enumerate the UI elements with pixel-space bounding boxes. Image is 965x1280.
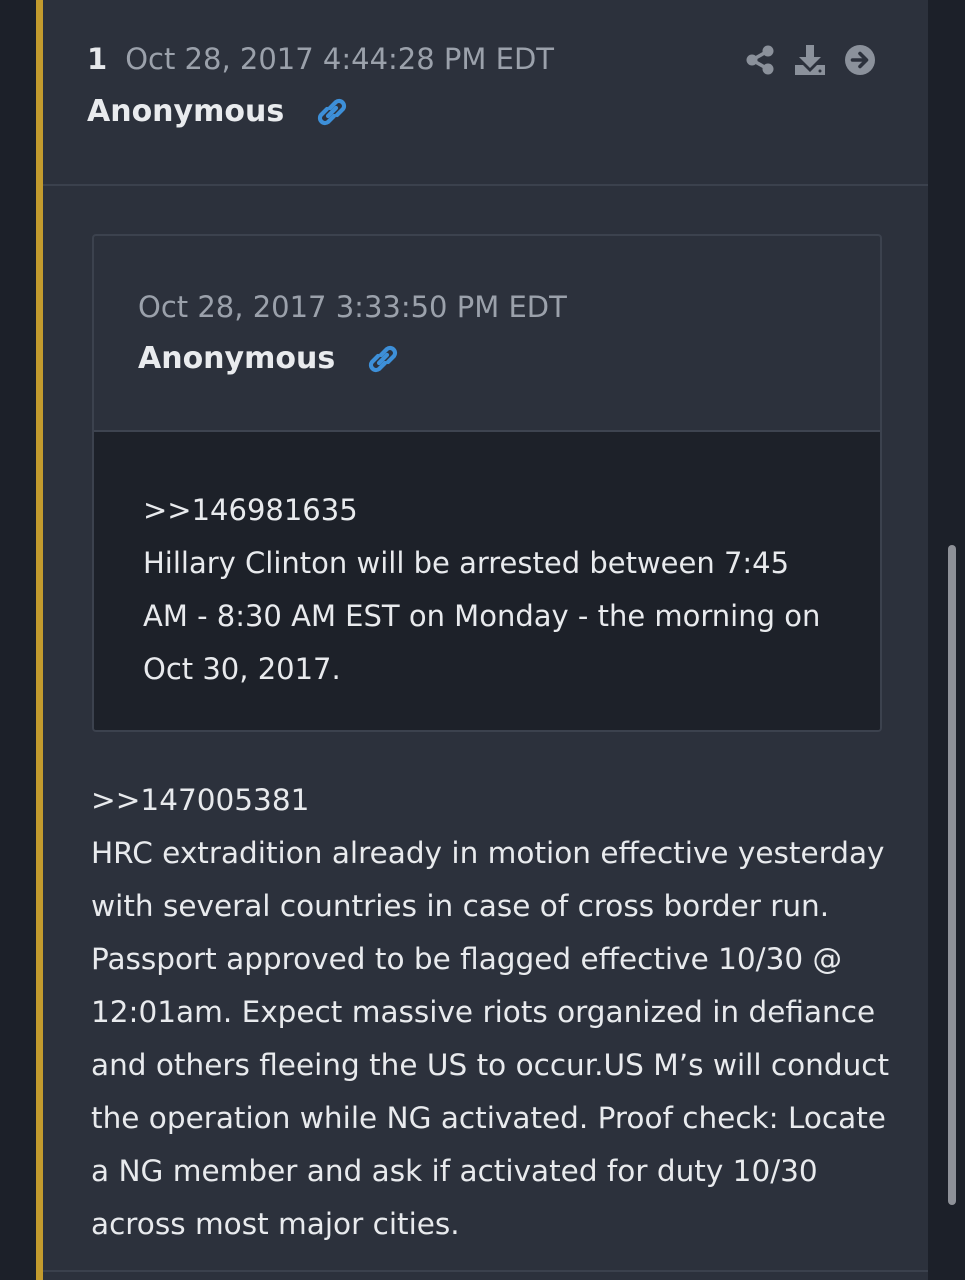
scrollbar-thumb[interactable]	[948, 545, 956, 1205]
post-meta: 1 Oct 28, 2017 4:44:28 PM EDT	[87, 42, 554, 76]
text-line: a NG member and ask if activated for dut…	[91, 1154, 818, 1188]
quoted-post-body: >>146981635 Hillary Clinton will be arre…	[94, 432, 880, 730]
text-line: across most major cities.	[91, 1207, 460, 1241]
quoted-post-text: >>146981635 Hillary Clinton will be arre…	[143, 484, 843, 696]
post-card: 1 Oct 28, 2017 4:44:28 PM EDT Anonymous	[43, 0, 928, 1280]
post-author-line: Anonymous	[87, 94, 349, 129]
post-actions	[744, 43, 876, 77]
text-line: HRC extradition already in motion effect…	[91, 836, 885, 870]
quoted-post-header: Oct 28, 2017 3:33:50 PM EDT Anonymous	[94, 236, 880, 432]
share-icon[interactable]	[744, 43, 776, 77]
right-gutter	[928, 0, 965, 1280]
text-line: Hillary Clinton will be arrested between…	[143, 546, 790, 580]
text-line: and others fleeing the US to occur.US M’…	[91, 1048, 890, 1082]
text-line: the operation while NG activated. Proof …	[91, 1101, 886, 1135]
quoted-post: Oct 28, 2017 3:33:50 PM EDT Anonymous >>…	[92, 234, 882, 732]
quoted-post-author: Anonymous	[138, 341, 336, 376]
quoted-post-reply-ref[interactable]: >>146981635	[143, 484, 843, 537]
post-header: 1 Oct 28, 2017 4:44:28 PM EDT Anonymous	[43, 0, 928, 186]
text-line: Oct 30, 2017.	[143, 652, 341, 686]
text-line: 12:01am. Expect massive riots organized …	[91, 995, 876, 1029]
text-line: AM - 8:30 AM EST on Monday - the morning…	[143, 599, 821, 633]
post-body: >>147005381 HRC extradition already in m…	[91, 774, 891, 1251]
post-timestamp: Oct 28, 2017 4:44:28 PM EDT	[125, 42, 555, 76]
download-icon[interactable]	[794, 43, 826, 77]
post-accent-bar	[36, 0, 43, 1280]
quoted-post-author-line: Anonymous	[138, 341, 400, 376]
link-icon[interactable]	[366, 342, 400, 376]
post-author: Anonymous	[87, 94, 285, 129]
divider	[43, 1270, 928, 1272]
post-number: 1	[87, 42, 108, 76]
arrow-right-circle-icon[interactable]	[844, 43, 876, 77]
quoted-post-timestamp: Oct 28, 2017 3:33:50 PM EDT	[138, 290, 567, 324]
text-line: Passport approved to be flagged effectiv…	[91, 942, 842, 976]
post-reply-ref[interactable]: >>147005381	[91, 774, 891, 827]
left-gutter	[0, 0, 36, 1280]
link-icon[interactable]	[315, 95, 349, 129]
page: 1 Oct 28, 2017 4:44:28 PM EDT Anonymous	[0, 0, 965, 1280]
text-line: with several countries in case of cross …	[91, 889, 830, 923]
